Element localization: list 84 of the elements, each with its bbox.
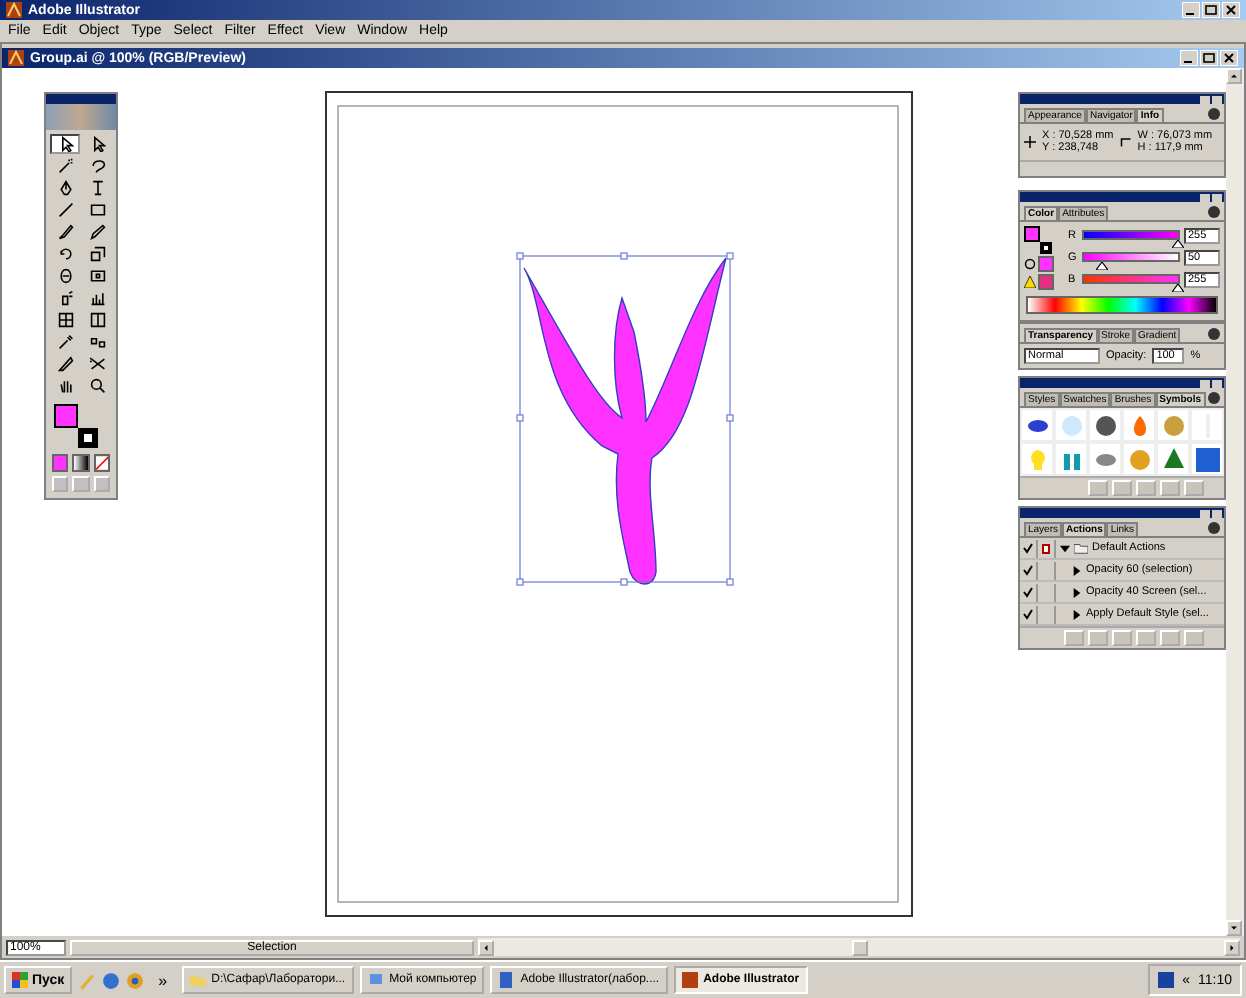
stroke-swatch[interactable] (1040, 242, 1052, 254)
eyedropper-icon (57, 334, 73, 350)
sprayer-icon (57, 290, 73, 306)
collapse-arrow-icon[interactable] (1072, 587, 1082, 597)
app-logo-icon (6, 2, 22, 18)
folder-icon (1074, 542, 1088, 554)
magnifier-icon (89, 378, 105, 394)
gamut-warning-icon (1024, 258, 1036, 270)
gradient-icon (89, 312, 105, 328)
close-button[interactable] (1212, 509, 1222, 517)
panel-menu-button[interactable] (1208, 392, 1220, 404)
action-checkbox[interactable] (1020, 561, 1038, 579)
gamut-color-swatch[interactable] (1038, 274, 1054, 290)
vertical-scrollbar[interactable] (1226, 68, 1244, 936)
scroll-up-arrow-icon[interactable] (1226, 68, 1242, 84)
crosshair-icon (1024, 136, 1036, 148)
action-checkbox[interactable] (1020, 605, 1038, 623)
expand-arrow-icon[interactable] (1060, 543, 1070, 553)
more-button[interactable]: » (150, 971, 176, 989)
color-mode-button[interactable] (52, 454, 69, 472)
close-button[interactable] (1222, 2, 1240, 18)
rotate-icon (57, 246, 73, 262)
app-logo-icon (681, 972, 698, 988)
graph-icon (89, 290, 105, 306)
maximize-button[interactable] (1200, 50, 1218, 66)
web-color-swatch[interactable] (1038, 256, 1054, 272)
close-button[interactable] (1212, 95, 1222, 103)
collapse-arrow-icon[interactable] (1072, 565, 1082, 575)
language-icon[interactable] (1158, 972, 1175, 988)
computer-icon (367, 972, 384, 988)
wand-icon (57, 158, 73, 174)
toolbox-banner (46, 104, 116, 130)
minimize-button[interactable] (1182, 2, 1200, 18)
type-icon (89, 180, 105, 196)
tree-icon[interactable] (1161, 447, 1185, 471)
minimize-button[interactable] (1200, 379, 1210, 387)
line-icon (57, 202, 73, 218)
color-spectrum-bar[interactable] (1026, 296, 1218, 314)
collapse-arrow-icon[interactable] (1072, 609, 1082, 619)
close-button[interactable] (1212, 379, 1222, 387)
dimensions-icon (1119, 136, 1132, 148)
brush-icon (57, 224, 73, 240)
scroll-thumb[interactable] (851, 939, 867, 955)
knife-icon (57, 356, 73, 372)
maximize-button[interactable] (1202, 2, 1220, 18)
scissors-icon (89, 356, 105, 372)
none-mode-icon[interactable] (93, 454, 110, 472)
fill-swatch[interactable] (54, 404, 78, 428)
stroke-swatch[interactable] (78, 428, 98, 448)
scroll-left-arrow-icon[interactable] (478, 939, 494, 955)
document-icon (8, 50, 24, 66)
warp-icon (57, 268, 73, 284)
gradient-mode-button[interactable] (72, 454, 90, 472)
panel-menu-button[interactable] (1208, 522, 1220, 534)
minimize-button[interactable] (1200, 95, 1210, 103)
blend-icon (89, 334, 105, 350)
panel-menu-button[interactable] (1208, 206, 1220, 218)
lasso-icon (89, 158, 105, 174)
pen-icon (57, 180, 73, 196)
tool-button[interactable] (50, 134, 80, 154)
windows-logo-icon (12, 972, 28, 988)
slider-thumb[interactable] (1172, 284, 1184, 292)
rectangle-icon (89, 202, 105, 218)
scale-icon (89, 246, 105, 262)
panel-menu-button[interactable] (1208, 108, 1220, 120)
transform-icon (89, 268, 105, 284)
action-checkbox[interactable] (1020, 583, 1038, 601)
fill-swatch[interactable] (1024, 226, 1040, 242)
scroll-down-arrow-icon[interactable] (1226, 920, 1242, 936)
folder-icon (189, 972, 206, 988)
panel-menu-button[interactable] (1208, 328, 1220, 340)
horizontal-scrollbar[interactable] (478, 938, 1240, 956)
slider-thumb[interactable] (1172, 240, 1184, 248)
mesh-icon (57, 312, 73, 328)
scroll-right-arrow-icon[interactable] (1224, 939, 1240, 955)
pencil-icon (89, 224, 105, 240)
document-icon (498, 972, 515, 988)
minimize-button[interactable] (1200, 509, 1210, 517)
close-button[interactable] (1220, 50, 1238, 66)
warning-icon (1024, 276, 1036, 288)
hand-icon (57, 378, 73, 394)
minimize-button[interactable] (1180, 50, 1198, 66)
close-button[interactable] (1212, 193, 1222, 201)
minimize-button[interactable] (1200, 193, 1210, 201)
